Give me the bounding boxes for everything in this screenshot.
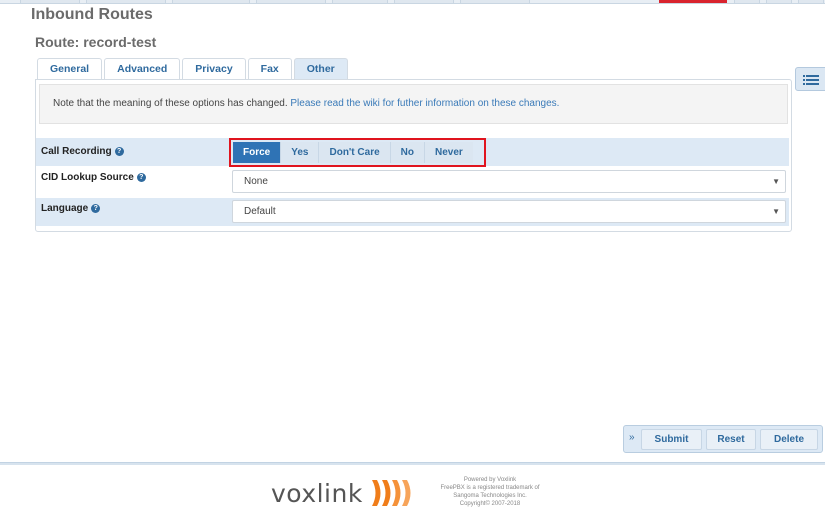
delete-button[interactable]: Delete — [760, 429, 818, 450]
call-recording-label: Call Recording? — [41, 146, 124, 157]
call-recording-no[interactable]: No — [390, 142, 425, 163]
top-nav-item[interactable] — [256, 0, 326, 4]
cid-lookup-select[interactable]: None ▼ — [232, 170, 786, 193]
notice-box: Note that the meaning of these options h… — [39, 84, 788, 124]
chevron-down-icon: ▼ — [772, 177, 780, 186]
tab-bar: General Advanced Privacy Fax Other — [37, 58, 350, 80]
cid-lookup-label: CID Lookup Source? — [41, 172, 146, 183]
call-recording-options: Force Yes Don't Care No Never — [233, 142, 473, 163]
call-recording-dont-care[interactable]: Don't Care — [319, 142, 391, 163]
call-recording-never[interactable]: Never — [425, 142, 473, 163]
voxlink-logo-mark-icon — [372, 480, 411, 506]
call-recording-yes[interactable]: Yes — [281, 142, 320, 163]
tab-advanced[interactable]: Advanced — [104, 58, 181, 80]
language-select[interactable]: Default ▼ — [232, 200, 786, 223]
help-icon[interactable]: ? — [114, 147, 124, 156]
footer-line-1: Powered by Voxlink — [463, 477, 517, 483]
top-nav-item[interactable] — [394, 0, 454, 4]
chevron-down-icon: ▼ — [772, 207, 780, 216]
top-nav-item[interactable] — [86, 0, 166, 4]
call-recording-row: Call Recording? Force Yes Don't Care No … — [36, 138, 789, 166]
top-nav-item[interactable] — [172, 0, 250, 4]
collapse-arrow-icon[interactable]: » — [629, 432, 635, 443]
footer-line-4: Copyright© 2007-2018 — [459, 501, 521, 507]
help-icon[interactable]: ? — [136, 173, 146, 182]
notice-text: Note that the meaning of these options h… — [53, 98, 288, 109]
call-recording-label-text: Call Recording — [41, 146, 112, 157]
top-nav-bar — [0, 0, 825, 4]
call-recording-force[interactable]: Force — [233, 142, 282, 163]
top-nav-item[interactable] — [734, 0, 760, 4]
reset-button[interactable]: Reset — [706, 429, 756, 450]
footer-line-2: FreePBX is a registered trademark of — [440, 485, 540, 491]
tab-general[interactable]: General — [37, 58, 103, 80]
footer-divider — [0, 462, 825, 465]
tab-privacy[interactable]: Privacy — [182, 58, 246, 80]
language-row: Language? Default ▼ — [36, 198, 789, 226]
top-nav-item[interactable] — [460, 0, 530, 4]
top-nav-item[interactable] — [332, 0, 388, 4]
page-title: Inbound Routes — [31, 6, 153, 23]
top-nav-item[interactable] — [766, 0, 792, 4]
submit-button[interactable]: Submit — [641, 429, 702, 450]
cid-lookup-value: None — [244, 176, 268, 187]
route-title: Route: record-test — [35, 34, 157, 50]
wiki-link[interactable]: Please read the wiki for futher informat… — [290, 98, 559, 109]
cid-lookup-label-text: CID Lookup Source — [41, 172, 134, 183]
tab-fax[interactable]: Fax — [247, 58, 292, 80]
top-nav-alert[interactable] — [659, 0, 727, 3]
top-nav-item[interactable] — [798, 0, 824, 4]
help-icon[interactable]: ? — [91, 204, 101, 213]
list-toggle-button[interactable] — [795, 67, 825, 91]
language-label-text: Language — [41, 203, 89, 214]
cid-lookup-row: CID Lookup Source? None ▼ — [36, 168, 789, 196]
top-nav-item[interactable] — [20, 0, 80, 4]
tab-other[interactable]: Other — [293, 58, 348, 80]
language-label: Language? — [41, 203, 101, 214]
action-bar: » Submit Reset Delete — [623, 425, 823, 453]
footer-line-3: Sangoma Technologies Inc. — [453, 493, 527, 499]
voxlink-logo: voxlink — [271, 479, 363, 508]
footer-credits: Powered by Voxlink FreePBX is a register… — [428, 476, 552, 508]
language-value: Default — [244, 206, 276, 217]
